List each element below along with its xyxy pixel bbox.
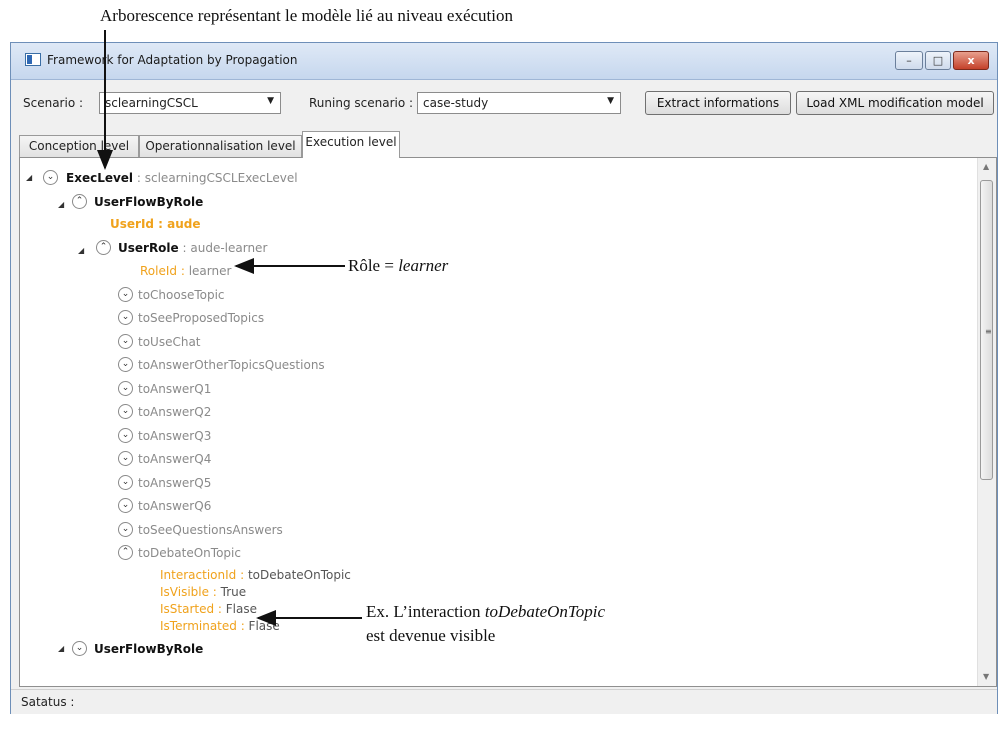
expand-toggle-icon[interactable]: ⌄: [118, 334, 133, 349]
scroll-thumb[interactable]: ≡: [980, 180, 993, 480]
extract-informations-button[interactable]: Extract informations: [645, 91, 791, 115]
running-scenario-select-value: case-study: [423, 96, 489, 110]
title-bar[interactable]: Framework for Adaptation by Propagation …: [11, 43, 997, 80]
node-key: RoleId :: [140, 264, 185, 278]
node-value: learner: [184, 264, 232, 278]
node-label: toAnswerOtherTopicsQuestions: [138, 358, 325, 372]
window-title: Framework for Adaptation by Propagation: [47, 53, 298, 67]
role-annotation-prefix: Rôle =: [348, 256, 399, 275]
interaction-annotation-value: toDebateOnTopic: [484, 602, 606, 621]
tab-conception-level[interactable]: Conception level: [19, 135, 139, 157]
tree-node-property: IsStarted : Flase: [160, 600, 257, 618]
node-key: UserFlowByRole: [94, 642, 204, 656]
scroll-grip-icon: ≡: [985, 327, 992, 336]
node-label: toAnswerQ3: [138, 429, 212, 443]
expanded-triangle-icon[interactable]: ◢: [58, 640, 64, 658]
tab-execution-level[interactable]: Execution level: [302, 131, 400, 158]
status-label: Satatus :: [21, 695, 75, 709]
node-label: toSeeQuestionsAnswers: [138, 523, 283, 537]
role-annotation-value: learner: [398, 256, 449, 275]
node-value: : aude-learner: [182, 241, 268, 255]
role-annotation: Rôle = learner: [348, 256, 448, 276]
expand-toggle-icon[interactable]: ⌄: [118, 404, 133, 419]
node-label: toAnswerQ4: [138, 452, 212, 466]
tree-node-property: InteractionId : toDebateOnTopic: [160, 566, 351, 584]
maximize-button[interactable]: □: [925, 51, 951, 70]
property-key: InteractionId :: [160, 568, 245, 582]
collapse-toggle-icon[interactable]: ⌃: [96, 240, 111, 255]
expand-toggle-icon[interactable]: ⌄: [118, 475, 133, 490]
expand-toggle-icon[interactable]: ⌄: [118, 287, 133, 302]
expand-toggle-icon[interactable]: ⌄: [118, 498, 133, 513]
minimize-button[interactable]: –: [895, 51, 923, 70]
node-label: toAnswerQ5: [138, 476, 212, 490]
tree-node-roleid: RoleId : learner: [140, 262, 231, 280]
scenario-select-value: sclearningCSCL: [105, 96, 198, 110]
collapse-toggle-icon[interactable]: ⌃: [118, 545, 133, 560]
running-scenario-label: Runing scenario :: [309, 96, 414, 110]
expand-toggle-icon[interactable]: ⌄: [118, 381, 133, 396]
chevron-down-icon: ▼: [607, 96, 614, 106]
expanded-triangle-icon[interactable]: ◢: [78, 242, 84, 260]
node-label: toSeeProposedTopics: [138, 311, 265, 325]
node-value: : sclearningCSCLExecLevel: [136, 171, 298, 185]
scroll-up-icon[interactable]: ▲: [983, 162, 989, 171]
interaction-annotation-line1: Ex. L’interaction toDebateOnTopic: [366, 600, 605, 624]
tree-node-property: IsVisible : True: [160, 583, 246, 601]
expand-toggle-icon[interactable]: ⌄: [72, 641, 87, 656]
tree-node-property: IsTerminated : Flase: [160, 617, 280, 635]
property-value: Flase: [221, 602, 258, 616]
tab-operationnalisation-level[interactable]: Operationnalisation level: [139, 135, 302, 157]
scenario-label: Scenario :: [23, 96, 84, 110]
node-label: toDebateOnTopic: [138, 546, 241, 560]
interaction-annotation-line2: est devenue visible: [366, 626, 496, 645]
expanded-triangle-icon[interactable]: ◢: [58, 196, 64, 214]
close-button[interactable]: x: [953, 51, 989, 70]
chevron-down-icon: ▼: [267, 96, 274, 106]
expand-toggle-icon[interactable]: ⌄: [118, 357, 133, 372]
expanded-triangle-icon[interactable]: ◢: [26, 169, 32, 187]
expand-toggle-icon[interactable]: ⌄: [118, 428, 133, 443]
node-key: UserRole: [118, 241, 179, 255]
running-scenario-select[interactable]: case-study ▼: [417, 92, 621, 114]
node-label: toAnswerQ1: [138, 382, 212, 396]
property-value: Flase: [244, 619, 280, 633]
expand-toggle-icon[interactable]: ⌄: [118, 310, 133, 325]
top-annotation: Arborescence représentant le modèle lié …: [100, 6, 513, 25]
load-xml-button[interactable]: Load XML modification model: [796, 91, 994, 115]
status-bar: Satatus :: [11, 689, 997, 714]
property-value: True: [216, 585, 247, 599]
app-window-icon: [25, 53, 41, 66]
property-key: IsVisible :: [160, 585, 217, 599]
node-label: toAnswerQ2: [138, 405, 212, 419]
node-label: toAnswerQ6: [138, 499, 212, 513]
node-label: toChooseTopic: [138, 288, 225, 302]
scroll-down-icon[interactable]: ▼: [983, 672, 989, 681]
vertical-scrollbar[interactable]: ▲ ≡ ▼: [977, 158, 996, 686]
expand-toggle-icon[interactable]: ⌄: [43, 170, 58, 185]
node-label: toUseChat: [138, 335, 201, 349]
node-key: ExecLevel: [66, 171, 134, 185]
property-key: IsTerminated :: [160, 619, 245, 633]
node-key: UserFlowByRole: [94, 195, 204, 209]
tree-node-userid: UserId : aude: [110, 217, 201, 231]
property-value: toDebateOnTopic: [244, 568, 351, 582]
collapse-toggle-icon[interactable]: ⌃: [72, 194, 87, 209]
scenario-select[interactable]: sclearningCSCL ▼: [99, 92, 281, 114]
property-key: IsStarted :: [160, 602, 222, 616]
interaction-annotation-prefix: Ex. L’interaction: [366, 602, 485, 621]
expand-toggle-icon[interactable]: ⌄: [118, 451, 133, 466]
expand-toggle-icon[interactable]: ⌄: [118, 522, 133, 537]
interaction-annotation: Ex. L’interaction toDebateOnTopic est de…: [366, 600, 605, 648]
